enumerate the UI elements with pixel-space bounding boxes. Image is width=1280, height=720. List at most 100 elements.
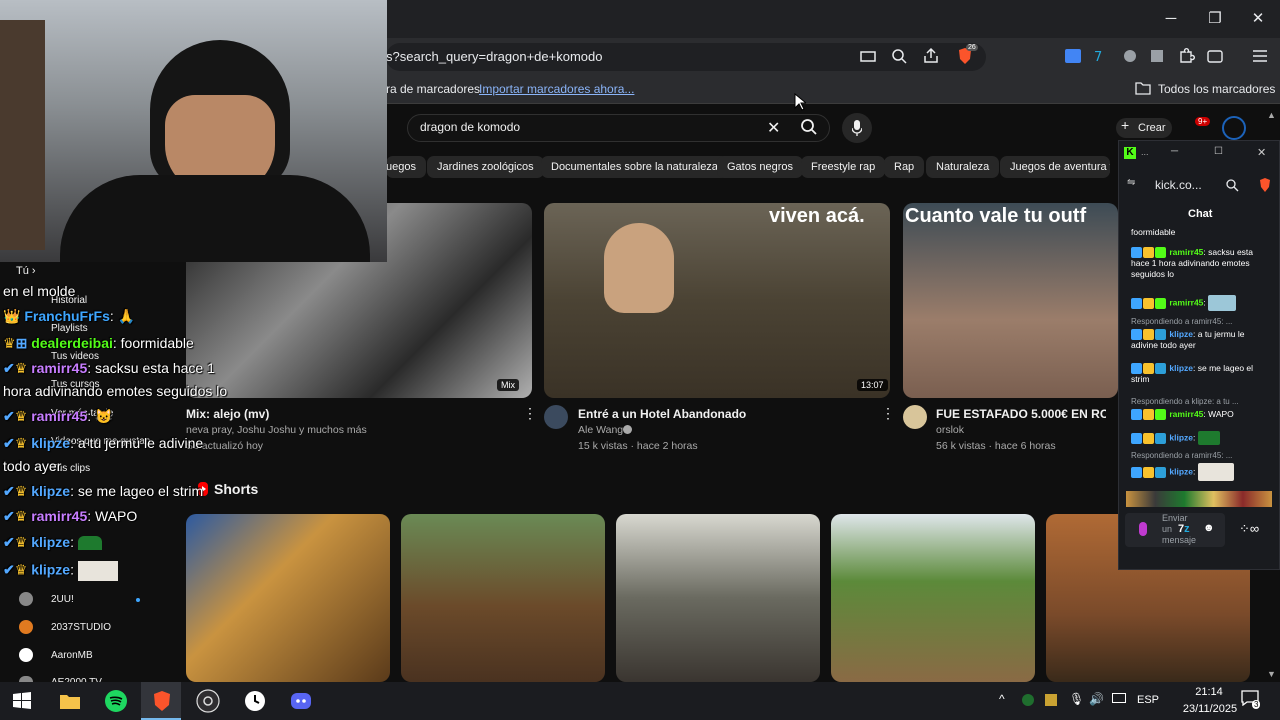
video-channel[interactable]: Ale Wang <box>578 424 623 436</box>
chat-message: ✔♛ klipze: <box>3 534 102 551</box>
video-title[interactable]: Entré a un Hotel Abandonado <box>578 407 746 421</box>
short-thumbnail[interactable] <box>401 514 605 682</box>
badge-icon <box>1155 247 1166 259</box>
chat-message: ✔♛ ramirr45: WAPO <box>3 508 138 524</box>
volume-icon[interactable]: 🔊 <box>1089 692 1104 706</box>
menu-icon[interactable] <box>1250 46 1270 66</box>
chip[interactable]: Freestyle rap <box>801 156 886 178</box>
chip[interactable]: Naturaleza <box>926 156 1000 178</box>
chip[interactable]: Documentales sobre la naturaleza <box>541 156 728 178</box>
chip[interactable]: Gatos negros <box>717 156 804 178</box>
microphone-icon[interactable]: 🎙 <box>1069 692 1084 706</box>
spotify-icon[interactable] <box>104 689 128 713</box>
badge-icon <box>1143 247 1154 259</box>
all-bookmarks[interactable]: Todos los marcadores <box>1158 82 1275 96</box>
emote-icon <box>1197 463 1234 481</box>
minimize-icon[interactable]: ─ <box>1171 146 1178 157</box>
channel-avatar[interactable] <box>903 405 927 429</box>
short-thumbnail[interactable] <box>186 514 390 682</box>
chat-username: ramirr45 <box>31 508 88 524</box>
video-channel[interactable]: orslok <box>936 424 964 436</box>
minimize-icon[interactable]: ─ <box>1160 8 1182 30</box>
emoji-icon[interactable]: ☻ <box>1203 522 1215 534</box>
puzzle-icon[interactable] <box>1176 46 1196 66</box>
emote-icon: 😺 <box>95 408 113 424</box>
video-thumbnail[interactable] <box>544 203 890 398</box>
crown-icon: ♛ <box>14 435 28 451</box>
scroll-up-icon[interactable]: ▲ <box>1267 110 1276 120</box>
extension-icon[interactable] <box>1147 46 1167 66</box>
voice-search-button[interactable] <box>842 113 872 143</box>
scroll-down-icon[interactable]: ▼ <box>1267 669 1276 679</box>
sidebar-you[interactable]: Tú › <box>16 265 36 277</box>
restore-icon[interactable]: ❐ <box>1204 8 1226 30</box>
tray-app-icon[interactable] <box>1022 694 1034 706</box>
clock-date[interactable]: 23/11/2025 <box>1181 703 1239 715</box>
chat-message: ✔♛ klipze: a tu jermu le adivine <box>3 435 204 451</box>
chat-text: se me lageo el strim <box>77 483 204 499</box>
translate-extension-icon[interactable] <box>1063 46 1083 66</box>
video-channel[interactable]: neva pray, Joshu Joshu y muchos más <box>186 424 367 436</box>
clear-search-icon[interactable]: ✕ <box>767 118 780 138</box>
video-title[interactable]: FUE ESTAFADO 5.000€ EN ROPA R <box>936 407 1106 421</box>
emote-bar[interactable] <box>1126 491 1272 507</box>
short-thumbnail[interactable] <box>616 514 820 682</box>
wallet-icon[interactable] <box>1205 46 1225 66</box>
discord-icon[interactable] <box>289 689 313 713</box>
show-hidden-icons-icon[interactable]: ^ <box>999 692 1005 706</box>
brave-icon[interactable] <box>150 689 174 713</box>
obs-icon[interactable] <box>196 689 220 713</box>
language-indicator[interactable]: ESP <box>1137 694 1159 706</box>
clock-app-icon[interactable] <box>243 689 267 713</box>
chat-message: todo ayer <box>3 458 61 474</box>
chip[interactable]: uegos <box>386 156 426 178</box>
emote-icon <box>1197 431 1220 445</box>
subscription-item[interactable]: 2UU! <box>51 594 74 605</box>
zoom-icon[interactable] <box>1225 178 1239 192</box>
microphone-icon[interactable] <box>1139 522 1147 536</box>
kick-username: ramirr45 <box>1169 247 1204 257</box>
chip[interactable]: Jardines zoológicos <box>427 156 544 178</box>
avatar[interactable] <box>1222 116 1246 140</box>
mix-badge: Mix <box>497 379 519 391</box>
more-options-icon[interactable]: ⋮ <box>881 405 895 422</box>
emote-icon: 🙏 <box>117 308 136 324</box>
chip[interactable]: Juegos de aventura y <box>1000 156 1110 178</box>
site-settings-icon[interactable]: ⇋ <box>1127 177 1135 188</box>
chip[interactable]: Rap <box>884 156 925 178</box>
cast-icon[interactable] <box>858 46 878 66</box>
import-bookmarks-link[interactable]: Importar marcadores ahora... <box>479 82 634 96</box>
file-explorer-icon[interactable] <box>58 689 82 713</box>
video-title[interactable]: Mix: alejo (mv) <box>186 407 269 421</box>
chat-message: en el molde <box>3 283 75 299</box>
network-icon[interactable] <box>1112 693 1126 703</box>
badge-icon <box>1155 466 1166 478</box>
brave-shields-icon[interactable] <box>1258 177 1272 193</box>
tray-app-icon[interactable] <box>1045 694 1057 706</box>
search-input[interactable]: dragon de komodo <box>420 120 520 134</box>
close-icon[interactable]: ✕ <box>1257 146 1266 159</box>
share-icon[interactable] <box>921 46 941 66</box>
short-thumbnail[interactable] <box>831 514 1035 682</box>
url-text[interactable]: s?search_query=dragon+de+komodo <box>386 49 602 64</box>
subscription-item[interactable]: AaronMB <box>51 650 93 661</box>
maximize-icon[interactable]: ☐ <box>1214 146 1223 157</box>
crown-icon: ♛ <box>14 561 28 578</box>
kick-username: ramirr45 <box>1169 297 1204 308</box>
channel-avatar[interactable] <box>544 405 568 429</box>
kick-logo-icon: K <box>1124 147 1136 159</box>
badge-icon <box>1131 297 1142 309</box>
windows-start-icon[interactable] <box>10 689 34 713</box>
zoom-icon[interactable] <box>889 46 909 66</box>
check-icon: ✔ <box>3 561 15 578</box>
extension-icon[interactable] <box>1120 46 1140 66</box>
video-thumbnail[interactable] <box>903 203 1118 398</box>
clock-time[interactable]: 21:14 <box>1183 686 1235 698</box>
extension-icon[interactable]: 7 <box>1092 46 1112 66</box>
search-icon[interactable] <box>800 118 818 136</box>
close-icon[interactable]: ✕ <box>1247 8 1269 30</box>
folder-icon <box>1135 82 1151 95</box>
subscription-item[interactable]: 2037STUDIO <box>51 622 111 633</box>
points-icon[interactable]: ⁘∞ <box>1239 521 1259 537</box>
more-options-icon[interactable]: ⋮ <box>523 405 537 422</box>
